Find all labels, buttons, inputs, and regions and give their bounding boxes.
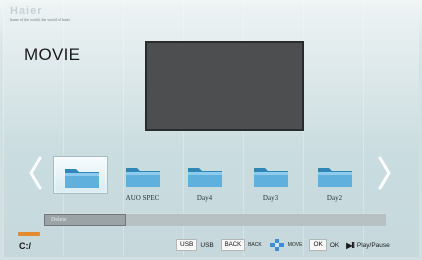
folder-item[interactable] bbox=[115, 156, 170, 194]
chevron-left-icon bbox=[29, 156, 42, 190]
folder-icon bbox=[254, 168, 288, 187]
folder-icon bbox=[188, 168, 222, 187]
move-hint-label: MOVE bbox=[287, 242, 303, 248]
play-hint-label: Play/Pause bbox=[356, 241, 390, 249]
back-key-badge: BACK bbox=[220, 239, 246, 251]
current-path: C:/ bbox=[19, 241, 31, 251]
back-hint-label: BACK bbox=[248, 242, 262, 248]
folder-label: Day3 bbox=[262, 194, 279, 202]
brand-logo: Haier bbox=[10, 5, 43, 17]
folder-label: Day2 bbox=[326, 194, 343, 202]
ok-key-badge: OK bbox=[309, 239, 327, 251]
folder-item[interactable] bbox=[243, 156, 298, 194]
scroll-right-button[interactable] bbox=[376, 155, 394, 191]
brand-tagline: home of the world, the world of haier bbox=[10, 17, 70, 22]
brand-area: Haier home of the world, the world of ha… bbox=[10, 5, 70, 23]
folder-label: Day4 bbox=[196, 194, 213, 202]
video-preview bbox=[145, 41, 304, 131]
folder-icon bbox=[318, 168, 352, 187]
chevron-right-icon bbox=[378, 156, 391, 190]
folder-label: AUO SPEC bbox=[125, 194, 160, 202]
folder-item[interactable] bbox=[53, 156, 108, 194]
scroll-left-button[interactable] bbox=[26, 155, 44, 191]
folder-item[interactable] bbox=[177, 156, 232, 194]
focus-indicator bbox=[18, 232, 40, 236]
folder-icon bbox=[65, 169, 99, 188]
page-title: MOVIE bbox=[24, 45, 81, 64]
folder-icon bbox=[126, 168, 160, 187]
hint-bar: USB USB BACK BACK MOVE OK OK ▶II Play/Pa… bbox=[176, 237, 394, 253]
folder-item[interactable] bbox=[307, 156, 362, 194]
ok-hint-label: OK bbox=[329, 241, 340, 249]
dpad-move-icon bbox=[269, 239, 284, 251]
play-pause-icon: ▶II bbox=[346, 240, 355, 250]
usb-hint-label: USB bbox=[200, 241, 214, 249]
usb-key-badge: USB bbox=[176, 239, 198, 251]
delete-field: Delete bbox=[44, 214, 126, 226]
